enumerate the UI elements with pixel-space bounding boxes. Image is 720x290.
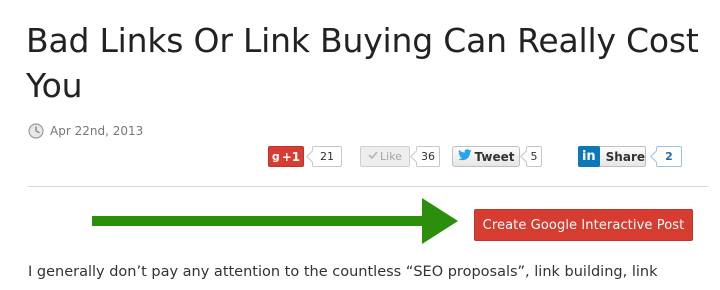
- clock-icon: [28, 123, 44, 139]
- facebook-like-button[interactable]: Like: [360, 146, 410, 167]
- post-meta: Apr 22nd, 2013: [28, 122, 143, 140]
- linkedin-share-label: Share: [605, 149, 645, 164]
- tweet-count: 5: [526, 146, 542, 167]
- facebook-like-count: 36: [416, 146, 440, 167]
- thumbs-up-icon: [368, 150, 378, 163]
- facebook-like-label: Like: [380, 150, 402, 163]
- post-title: Bad Links Or Link Buying Can Really Cost…: [26, 21, 699, 105]
- post-date: Apr 22nd, 2013: [50, 124, 144, 138]
- twitter-bird-icon: [457, 149, 472, 164]
- linkedin-share-button[interactable]: in Share: [578, 145, 646, 167]
- google-plus-label: +1: [281, 149, 301, 164]
- google-plus-count: 21: [312, 146, 342, 167]
- blog-post-page: Bad Links Or Link Buying Can Really Cost…: [0, 0, 720, 290]
- divider: [28, 186, 708, 187]
- linkedin-icon: in: [578, 145, 600, 167]
- linkedin-share-count: 2: [656, 146, 682, 167]
- create-google-interactive-post-button[interactable]: Create Google Interactive Post: [474, 209, 693, 241]
- tweet-button[interactable]: Tweet: [452, 146, 520, 167]
- google-plus-one-button[interactable]: g +1: [268, 146, 304, 167]
- google-plus-icon: g: [271, 150, 280, 163]
- post-body-text: I generally don’t pay any attention to t…: [28, 264, 658, 280]
- arrow-right-icon: [92, 198, 458, 244]
- tweet-label: Tweet: [474, 149, 515, 164]
